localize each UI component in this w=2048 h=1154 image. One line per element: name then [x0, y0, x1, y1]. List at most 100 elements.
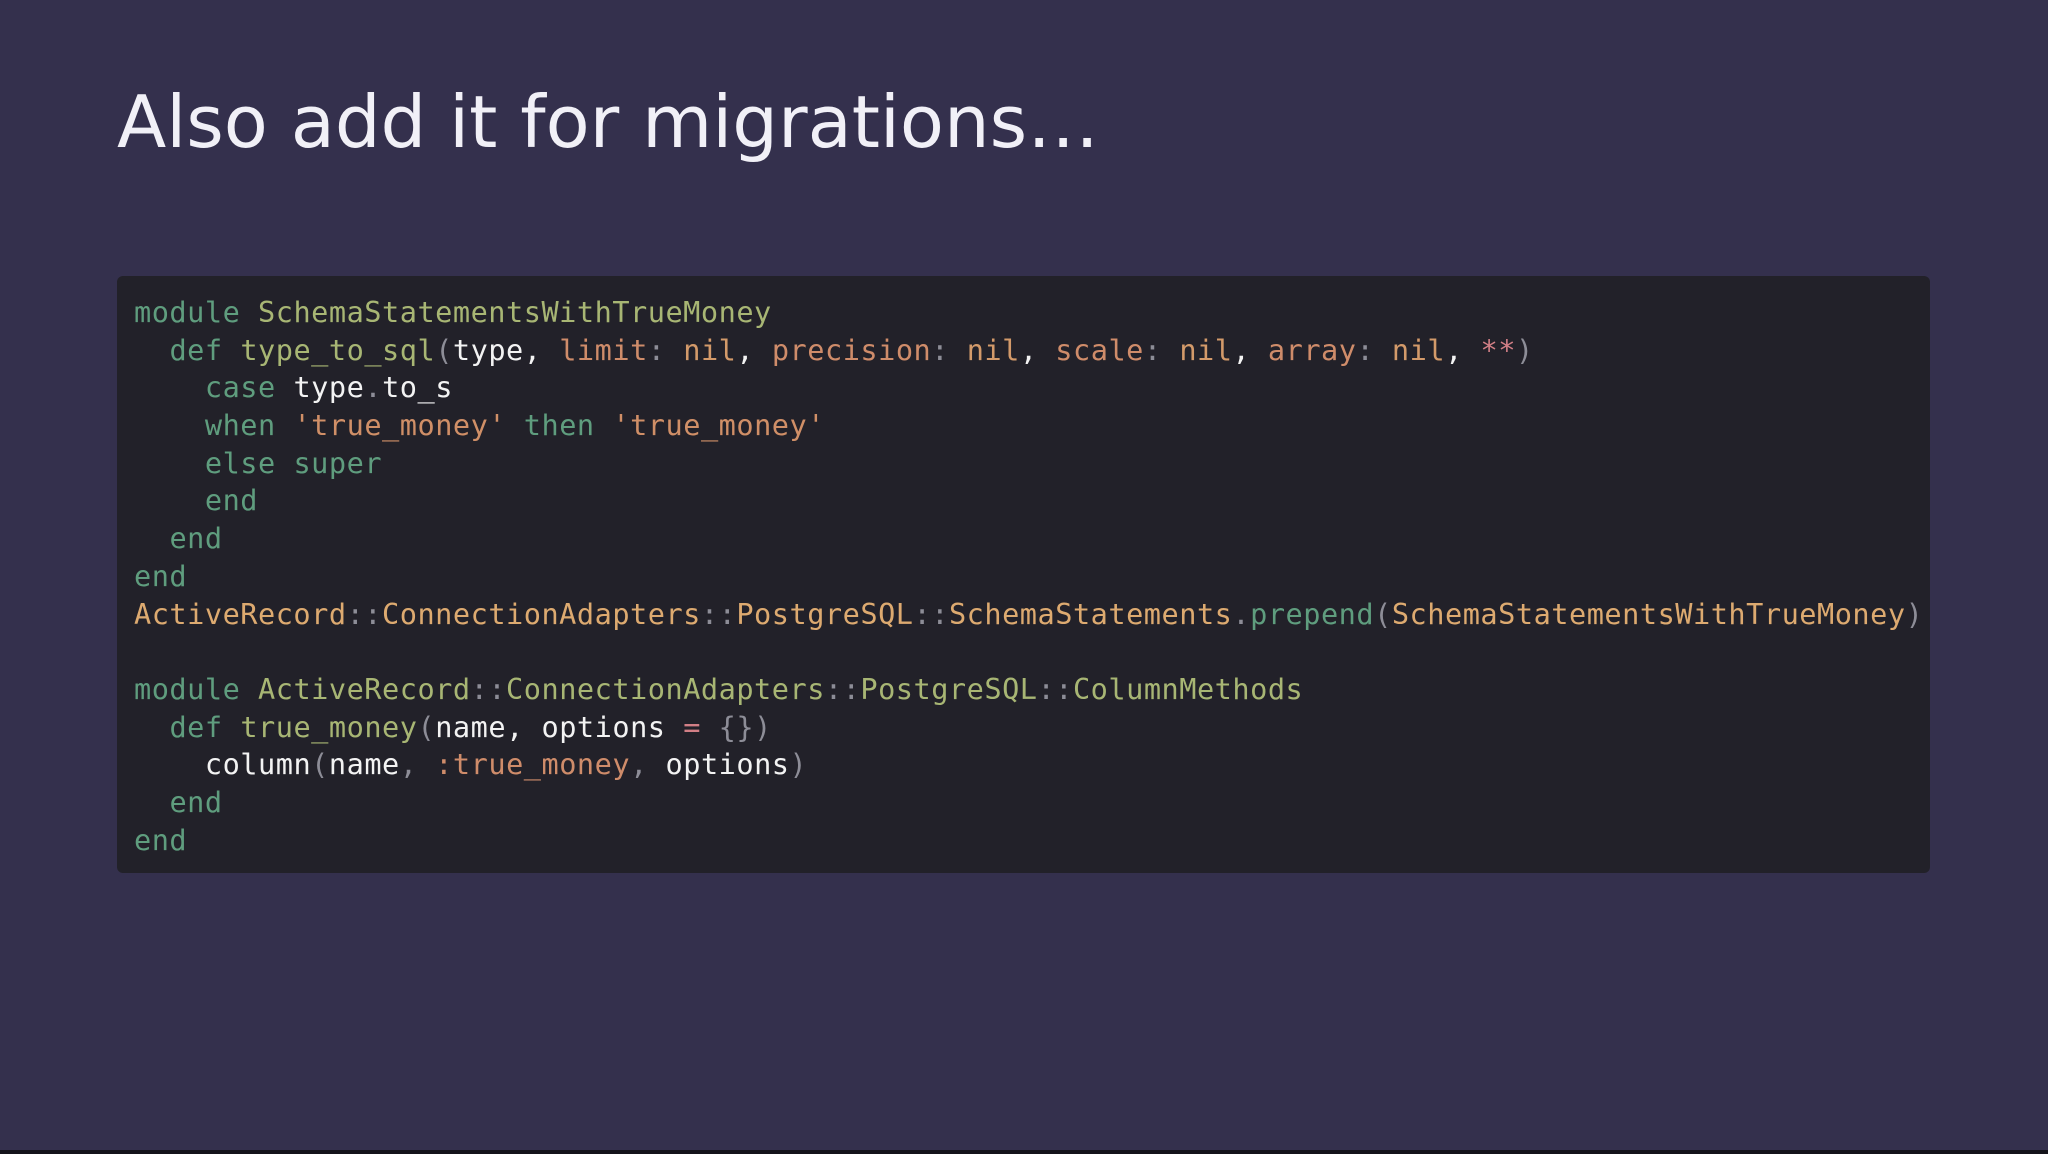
code-token: ActiveRecord	[134, 596, 347, 631]
code-line: end	[134, 822, 1923, 860]
code-token: super	[293, 445, 383, 480]
code-token: end	[134, 822, 188, 857]
code-token: :	[647, 332, 666, 367]
code-token: ::	[700, 596, 737, 631]
bottom-edge-bar	[0, 1150, 2048, 1154]
code-token: module	[134, 295, 241, 329]
code-token: scale	[1055, 332, 1144, 367]
code-token: ,	[506, 709, 542, 744]
code-token: ,	[523, 332, 560, 367]
code-token: :	[1356, 332, 1375, 367]
code-token: limit	[559, 332, 648, 367]
slide-title: Also add it for migrations…	[117, 80, 1100, 164]
code-block: module SchemaStatementsWithTrueMoney def…	[134, 294, 1923, 859]
code-token: then	[523, 408, 595, 443]
code-line: case type.to_s	[134, 369, 1923, 407]
code-token: end	[169, 784, 223, 819]
code-token: end	[134, 558, 188, 593]
code-token: nil	[1179, 332, 1233, 367]
code-token: 'true_money'	[612, 408, 825, 443]
code-token: ,	[1445, 332, 1481, 367]
code-token: true_money	[240, 709, 418, 744]
code-token: .	[364, 370, 383, 405]
code-token: )	[1905, 596, 1924, 631]
code-token: :true_money	[435, 747, 631, 782]
code-line: else super	[134, 445, 1923, 483]
code-token: (	[1374, 596, 1392, 631]
code-token: ,	[630, 747, 666, 782]
code-token: ::	[1037, 671, 1073, 706]
code-token: module	[134, 671, 241, 706]
code-token: ConnectionAdapters	[382, 596, 701, 631]
code-token: options	[665, 747, 790, 782]
code-token: nil	[683, 332, 737, 367]
code-line: end	[134, 520, 1923, 558]
code-token: type	[452, 332, 524, 367]
code-token: options	[541, 709, 666, 744]
code-token: 'true_money'	[293, 408, 507, 443]
code-line: def type_to_sql(type, limit: nil, precis…	[134, 332, 1923, 370]
code-block-panel: module SchemaStatementsWithTrueMoney def…	[117, 276, 1930, 873]
code-token: ::	[470, 671, 507, 706]
code-token: precision	[771, 332, 932, 367]
code-token: to_s	[382, 370, 453, 405]
code-token: (	[311, 747, 329, 782]
code-token: column	[204, 747, 312, 782]
code-token: ::	[913, 596, 949, 631]
code-line: module SchemaStatementsWithTrueMoney	[134, 294, 1923, 332]
code-line: def true_money(name, options = {})	[134, 709, 1923, 747]
code-token: array	[1267, 332, 1357, 367]
code-line: when 'true_money' then 'true_money'	[134, 407, 1923, 445]
code-token: SchemaStatementsWithTrueMoney	[258, 295, 772, 329]
code-token: ActiveRecord	[258, 671, 471, 706]
code-token: type	[293, 370, 365, 405]
code-token: (	[417, 709, 436, 744]
code-token: type_to_sql	[240, 332, 436, 367]
code-token: :	[1143, 332, 1162, 367]
code-line: ActiveRecord::ConnectionAdapters::Postgr…	[134, 596, 1923, 634]
code-token: when	[204, 408, 276, 443]
code-line: column(name, :true_money, options)	[134, 746, 1923, 784]
code-token: else	[204, 445, 276, 480]
code-token: SchemaStatements	[948, 596, 1233, 631]
code-token: **	[1480, 332, 1516, 367]
code-token: end	[169, 521, 223, 556]
code-token: def	[169, 332, 223, 367]
code-token: ,	[1232, 332, 1268, 367]
code-token: PostgreSQL	[860, 671, 1038, 706]
code-token: nil	[1391, 332, 1446, 367]
code-token: .	[1232, 596, 1251, 631]
code-token: ,	[1019, 332, 1056, 367]
code-token: case	[204, 370, 276, 405]
code-token: ::	[346, 596, 383, 631]
code-token: :	[931, 332, 949, 367]
code-token: ,	[399, 747, 436, 782]
code-token: ColumnMethods	[1072, 671, 1304, 706]
code-token: )	[789, 747, 808, 782]
code-token: PostgreSQL	[736, 596, 914, 631]
code-line: module ActiveRecord::ConnectionAdapters:…	[134, 671, 1923, 709]
code-token: prepend	[1250, 596, 1375, 631]
code-token: def	[169, 709, 223, 744]
code-token: (	[435, 332, 453, 367]
code-token: SchemaStatementsWithTrueMoney	[1391, 596, 1906, 631]
code-token: ,	[736, 332, 772, 367]
code-token: =	[683, 709, 701, 744]
code-token: name	[435, 709, 507, 744]
